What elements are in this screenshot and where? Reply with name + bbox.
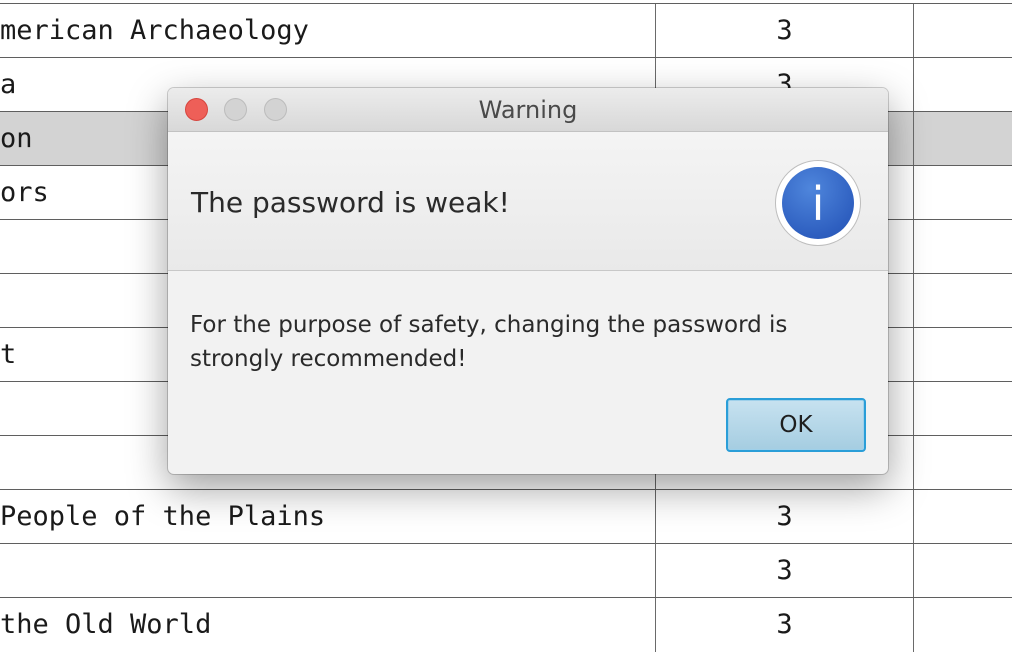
table-cell-extra xyxy=(914,382,1012,436)
table-row[interactable]: People of the Plains 3 xyxy=(0,489,1012,544)
table-cell-title xyxy=(0,544,656,598)
dialog-title: Warning xyxy=(478,96,578,124)
table-cell-extra xyxy=(914,58,1012,112)
table-row[interactable]: merican Archaeology 3 xyxy=(0,3,1012,58)
table-cell-credits: 3 xyxy=(656,490,914,544)
dialog-header: The password is weak! i xyxy=(168,132,888,271)
table-cell-extra xyxy=(914,166,1012,220)
table-cell-extra xyxy=(914,4,1012,58)
table-cell-title: the Old World xyxy=(0,598,656,652)
table-row[interactable]: 3 xyxy=(0,543,1012,598)
table-cell-extra xyxy=(914,544,1012,598)
table-cell-extra xyxy=(914,328,1012,382)
table-cell-extra xyxy=(914,490,1012,544)
table-cell-extra xyxy=(914,274,1012,328)
table-cell-extra xyxy=(914,220,1012,274)
table-cell-credits: 3 xyxy=(656,598,914,652)
warning-dialog: Warning The password is weak! i For the … xyxy=(168,88,888,474)
dialog-titlebar[interactable]: Warning xyxy=(168,88,888,132)
info-icon: i xyxy=(775,160,861,246)
table-cell-extra xyxy=(914,112,1012,166)
table-cell-title: merican Archaeology xyxy=(0,4,656,58)
table-cell-title: People of the Plains xyxy=(0,490,656,544)
info-icon-glyph: i xyxy=(782,167,854,239)
dialog-header-text: The password is weak! xyxy=(191,186,510,219)
table-cell-credits: 3 xyxy=(656,4,914,58)
ok-button[interactable]: OK xyxy=(726,398,866,452)
table-cell-extra xyxy=(914,436,1012,490)
table-row[interactable]: the Old World 3 xyxy=(0,597,1012,652)
table-cell-credits: 3 xyxy=(656,544,914,598)
dialog-content-text: For the purpose of safety, changing the … xyxy=(190,312,788,372)
table-cell-extra xyxy=(914,598,1012,652)
